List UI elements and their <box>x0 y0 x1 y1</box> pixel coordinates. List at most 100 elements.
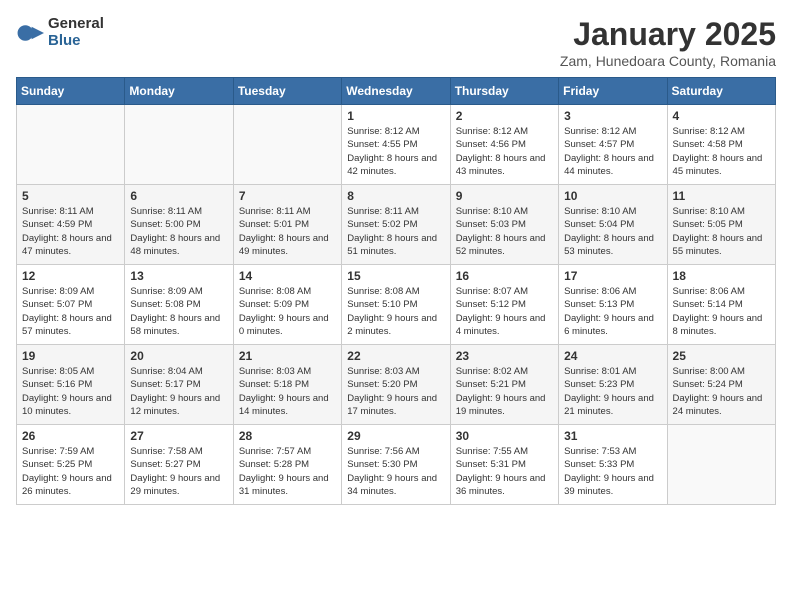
calendar-cell-w1-d1 <box>17 105 125 185</box>
day-number: 19 <box>22 349 119 363</box>
calendar-cell-w1-d5: 2Sunrise: 8:12 AM Sunset: 4:56 PM Daylig… <box>450 105 558 185</box>
logo-general: General <box>48 16 104 33</box>
day-info: Sunrise: 8:01 AM Sunset: 5:23 PM Dayligh… <box>564 365 661 418</box>
calendar-cell-w5-d6: 31 Sunrise: 7:53 AM Sunset: 5:33 PM Dayli… <box>559 425 667 505</box>
day-info: Sunrise: 8:12 AM Sunset: 4:55 PM Dayligh… <box>347 125 444 178</box>
calendar-cell-w3-d7: 18Sunrise: 8:06 AM Sunset: 5:14 PM Dayli… <box>667 265 775 345</box>
day-info: Sunrise: 7:56 AM Sunset: 5:30 PM Dayligh… <box>347 445 444 498</box>
logo-blue: Blue <box>48 33 104 50</box>
calendar-cell-w4-d7: 25Sunrise: 8:00 AM Sunset: 5:24 PM Dayli… <box>667 345 775 425</box>
day-number: 12 <box>22 269 119 283</box>
calendar-cell-w5-d2: 27 Sunrise: 7:58 AM Sunset: 5:27 PM Dayli… <box>125 425 233 505</box>
calendar-cell-w5-d4: 29Sunrise: 7:56 AM Sunset: 5:30 PM Dayli… <box>342 425 450 505</box>
day-number: 30 <box>456 429 553 443</box>
day-info: Sunrise: 8:11 AM Sunset: 5:01 PM Dayligh… <box>239 205 336 258</box>
calendar-cell-w1-d6: 3 Sunrise: 8:12 AM Sunset: 4:57 PM Daylig… <box>559 105 667 185</box>
day-number: 24 <box>564 349 661 363</box>
day-info: Sunrise: 8:11 AM Sunset: 5:00 PM Dayligh… <box>130 205 227 258</box>
weekday-header-tuesday: Tuesday <box>233 78 341 105</box>
day-info: Sunrise: 8:05 AM Sunset: 5:16 PM Dayligh… <box>22 365 119 418</box>
calendar-cell-w3-d6: 17Sunrise: 8:06 AM Sunset: 5:13 PM Dayli… <box>559 265 667 345</box>
day-info: Sunrise: 8:02 AM Sunset: 5:21 PM Dayligh… <box>456 365 553 418</box>
day-number: 28 <box>239 429 336 443</box>
calendar-cell-w5-d3: 28 Sunrise: 7:57 AM Sunset: 5:28 PM Dayli… <box>233 425 341 505</box>
calendar-cell-w4-d2: 20 Sunrise: 8:04 AM Sunset: 5:17 PM Dayli… <box>125 345 233 425</box>
day-number: 26 <box>22 429 119 443</box>
calendar-header: SundayMondayTuesdayWednesdayThursdayFrid… <box>17 78 776 105</box>
calendar-cell-w2-d4: 8 Sunrise: 8:11 AM Sunset: 5:02 PM Daylig… <box>342 185 450 265</box>
day-number: 23 <box>456 349 553 363</box>
day-info: Sunrise: 8:03 AM Sunset: 5:20 PM Dayligh… <box>347 365 444 418</box>
day-info: Sunrise: 8:10 AM Sunset: 5:05 PM Dayligh… <box>673 205 770 258</box>
calendar-week-3: 12Sunrise: 8:09 AM Sunset: 5:07 PM Dayli… <box>17 265 776 345</box>
calendar-cell-w3-d1: 12Sunrise: 8:09 AM Sunset: 5:07 PM Dayli… <box>17 265 125 345</box>
day-info: Sunrise: 8:08 AM Sunset: 5:10 PM Dayligh… <box>347 285 444 338</box>
calendar-cell-w4-d6: 24 Sunrise: 8:01 AM Sunset: 5:23 PM Dayli… <box>559 345 667 425</box>
day-number: 7 <box>239 189 336 203</box>
calendar-cell-w5-d5: 30Sunrise: 7:55 AM Sunset: 5:31 PM Dayli… <box>450 425 558 505</box>
day-number: 13 <box>130 269 227 283</box>
weekday-header-thursday: Thursday <box>450 78 558 105</box>
day-info: Sunrise: 8:06 AM Sunset: 5:14 PM Dayligh… <box>673 285 770 338</box>
day-info: Sunrise: 8:10 AM Sunset: 5:04 PM Dayligh… <box>564 205 661 258</box>
day-info: Sunrise: 7:57 AM Sunset: 5:28 PM Dayligh… <box>239 445 336 498</box>
title-block: January 2025 Zam, Hunedoara County, Roma… <box>560 16 776 69</box>
day-info: Sunrise: 8:08 AM Sunset: 5:09 PM Dayligh… <box>239 285 336 338</box>
day-info: Sunrise: 8:12 AM Sunset: 4:57 PM Dayligh… <box>564 125 661 178</box>
day-number: 10 <box>564 189 661 203</box>
day-number: 5 <box>22 189 119 203</box>
day-number: 9 <box>456 189 553 203</box>
day-number: 20 <box>130 349 227 363</box>
calendar-week-5: 26Sunrise: 7:59 AM Sunset: 5:25 PM Dayli… <box>17 425 776 505</box>
logo-icon <box>16 19 44 47</box>
day-info: Sunrise: 8:07 AM Sunset: 5:12 PM Dayligh… <box>456 285 553 338</box>
calendar-cell-w1-d2 <box>125 105 233 185</box>
day-info: Sunrise: 8:10 AM Sunset: 5:03 PM Dayligh… <box>456 205 553 258</box>
calendar-cell-w2-d1: 5 Sunrise: 8:11 AM Sunset: 4:59 PM Daylig… <box>17 185 125 265</box>
day-number: 27 <box>130 429 227 443</box>
day-info: Sunrise: 8:04 AM Sunset: 5:17 PM Dayligh… <box>130 365 227 418</box>
day-number: 31 <box>564 429 661 443</box>
day-number: 3 <box>564 109 661 123</box>
calendar-cell-w5-d7 <box>667 425 775 505</box>
day-info: Sunrise: 8:12 AM Sunset: 4:58 PM Dayligh… <box>673 125 770 178</box>
weekday-header-wednesday: Wednesday <box>342 78 450 105</box>
calendar-cell-w3-d2: 13 Sunrise: 8:09 AM Sunset: 5:08 PM Dayli… <box>125 265 233 345</box>
weekday-header-saturday: Saturday <box>667 78 775 105</box>
day-info: Sunrise: 7:53 AM Sunset: 5:33 PM Dayligh… <box>564 445 661 498</box>
calendar-cell-w2-d3: 7 Sunrise: 8:11 AM Sunset: 5:01 PM Daylig… <box>233 185 341 265</box>
calendar-cell-w1-d4: 1 Sunrise: 8:12 AM Sunset: 4:55 PM Daylig… <box>342 105 450 185</box>
day-number: 6 <box>130 189 227 203</box>
day-number: 1 <box>347 109 444 123</box>
calendar-cell-w1-d7: 4 Sunrise: 8:12 AM Sunset: 4:58 PM Daylig… <box>667 105 775 185</box>
day-info: Sunrise: 8:09 AM Sunset: 5:08 PM Dayligh… <box>130 285 227 338</box>
day-number: 21 <box>239 349 336 363</box>
weekday-header-monday: Monday <box>125 78 233 105</box>
weekday-header-sunday: Sunday <box>17 78 125 105</box>
calendar-cell-w3-d3: 14 Sunrise: 8:08 AM Sunset: 5:09 PM Dayli… <box>233 265 341 345</box>
calendar-cell-w2-d5: 9 Sunrise: 8:10 AM Sunset: 5:03 PM Daylig… <box>450 185 558 265</box>
calendar-cell-w4-d1: 19 Sunrise: 8:05 AM Sunset: 5:16 PM Dayli… <box>17 345 125 425</box>
calendar-cell-w2-d2: 6 Sunrise: 8:11 AM Sunset: 5:00 PM Daylig… <box>125 185 233 265</box>
day-number: 22 <box>347 349 444 363</box>
day-number: 17 <box>564 269 661 283</box>
calendar-table: SundayMondayTuesdayWednesdayThursdayFrid… <box>16 77 776 505</box>
calendar-week-1: 1 Sunrise: 8:12 AM Sunset: 4:55 PM Daylig… <box>17 105 776 185</box>
day-info: Sunrise: 8:11 AM Sunset: 5:02 PM Dayligh… <box>347 205 444 258</box>
logo-text: General Blue <box>48 16 104 49</box>
calendar-cell-w3-d5: 16Sunrise: 8:07 AM Sunset: 5:12 PM Dayli… <box>450 265 558 345</box>
day-info: Sunrise: 8:11 AM Sunset: 4:59 PM Dayligh… <box>22 205 119 258</box>
day-info: Sunrise: 8:12 AM Sunset: 4:56 PM Dayligh… <box>456 125 553 178</box>
calendar-cell-w2-d6: 10 Sunrise: 8:10 AM Sunset: 5:04 PM Dayli… <box>559 185 667 265</box>
day-number: 14 <box>239 269 336 283</box>
day-number: 4 <box>673 109 770 123</box>
day-info: Sunrise: 8:03 AM Sunset: 5:18 PM Dayligh… <box>239 365 336 418</box>
page-header: General Blue January 2025 Zam, Hunedoara… <box>16 16 776 69</box>
calendar-cell-w4-d5: 23 Sunrise: 8:02 AM Sunset: 5:21 PM Dayli… <box>450 345 558 425</box>
day-number: 8 <box>347 189 444 203</box>
weekday-header-row: SundayMondayTuesdayWednesdayThursdayFrid… <box>17 78 776 105</box>
day-info: Sunrise: 7:58 AM Sunset: 5:27 PM Dayligh… <box>130 445 227 498</box>
calendar-title: January 2025 <box>560 16 776 53</box>
calendar-week-4: 19 Sunrise: 8:05 AM Sunset: 5:16 PM Dayli… <box>17 345 776 425</box>
calendar-subtitle: Zam, Hunedoara County, Romania <box>560 53 776 69</box>
